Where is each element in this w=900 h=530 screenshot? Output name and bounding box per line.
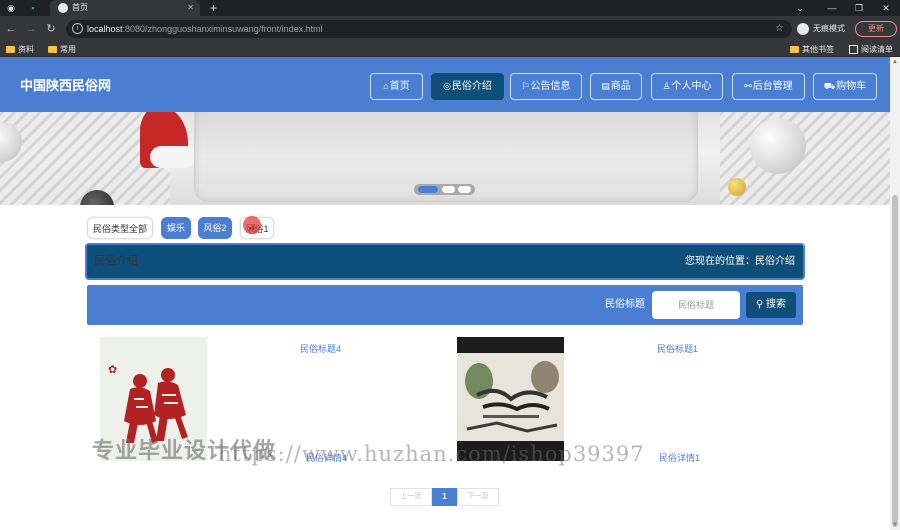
bookmark-label: 资料 <box>18 45 34 54</box>
tab-title: 首页 <box>72 3 88 12</box>
tab-search-icon[interactable]: ⌄ <box>790 0 810 16</box>
nav-user-center[interactable]: ♙个人中心 <box>651 73 723 100</box>
banner-carousel[interactable] <box>0 112 890 205</box>
carousel-dot-2[interactable] <box>442 186 455 193</box>
url-host: localhost <box>87 24 123 34</box>
nav-label: 后台管理 <box>752 81 793 92</box>
flag-icon: ⚐ <box>521 81 530 91</box>
watermark-url: https://www.huzhan.com/ishop39397 <box>218 442 645 466</box>
compass-icon: ◎ <box>443 81 451 91</box>
restore-icon[interactable]: ❐ <box>849 0 869 16</box>
address-bar[interactable]: i localhost:8080/zhongguoshanximinsuwang… <box>66 20 792 38</box>
pagination-page-1[interactable]: 1 <box>432 488 457 506</box>
globe-icon <box>58 3 68 13</box>
browser-toolbar: ← → ↻ i localhost:8080/zhongguoshanximin… <box>0 16 900 42</box>
banner-decoration <box>720 112 890 205</box>
incognito-icon <box>797 23 809 35</box>
filter-custom-2[interactable]: 风俗2 <box>198 217 232 239</box>
banner-santa-hat-trim <box>150 146 196 168</box>
nav-label: 商品 <box>610 81 631 92</box>
back-icon[interactable]: ← <box>4 22 18 36</box>
carousel-dot-3[interactable] <box>458 186 471 193</box>
card-title-1[interactable]: 民俗标题4 <box>300 342 341 355</box>
carousel-dot-1[interactable] <box>418 186 438 193</box>
close-icon[interactable]: ✕ <box>187 0 194 16</box>
search-label: 民俗标题 <box>605 299 645 310</box>
bookmark-folder-other[interactable]: 其他书签 <box>790 42 834 57</box>
nav-label: 首页 <box>389 81 410 92</box>
search-button-label: 搜索 <box>766 299 787 310</box>
banner-ornament <box>750 118 806 174</box>
cart-icon: ⛟ <box>823 81 836 91</box>
breadcrumb-title: 民俗介绍 <box>94 255 138 267</box>
browser-menu-icon[interactable]: ◉ <box>4 1 18 15</box>
carousel-indicators <box>414 184 475 195</box>
search-input[interactable] <box>652 291 740 319</box>
nav-cart[interactable]: ⛟购物车 <box>813 73 877 100</box>
minimize-icon[interactable]: — <box>822 0 842 16</box>
browser-tab-strip: ◉ ▪ 首页 ✕ + ⌄ — ❐ ✕ <box>0 0 900 16</box>
bookmark-label: 其他书签 <box>802 45 834 54</box>
breadcrumb-location: 您现在的位置：民俗介绍 <box>685 245 795 278</box>
folder-icon <box>48 46 57 53</box>
papercut-decor-glyph: ✿ <box>108 363 117 376</box>
nav-label: 民俗介绍 <box>451 81 492 92</box>
breadcrumb-location-label: 您现在的位置： <box>685 256 755 267</box>
banner-gold-bauble <box>728 178 746 196</box>
incognito-label: 无痕模式 <box>813 24 845 33</box>
scroll-down-icon[interactable]: ▼ <box>890 520 900 530</box>
site-title[interactable]: 中国陕西民俗网 <box>20 57 111 115</box>
url-path: :8080/zhongguoshanximinsuwang/front/inde… <box>122 24 323 34</box>
info-icon[interactable]: i <box>72 23 83 34</box>
search-icon: ⚲ <box>755 299 764 310</box>
user-icon: ♙ <box>662 81 671 91</box>
filter-entertainment[interactable]: 娱乐 <box>161 217 191 239</box>
bookmark-star-icon[interactable]: ☆ <box>775 20 784 38</box>
store-icon: ▤ <box>601 81 610 91</box>
home-icon: ⌂ <box>383 81 389 91</box>
reading-list-label: 阅读清单 <box>861 45 893 54</box>
nav-home[interactable]: ⌂首页 <box>370 73 423 100</box>
site-header: 中国陕西民俗网 ⌂首页 ◎民俗介绍 ⚐公告信息 ▤商品 ♙个人中心 ⚯后台管理 … <box>0 57 890 112</box>
hand-cursor-icon: ☝ <box>248 221 257 237</box>
new-tab-icon[interactable]: + <box>210 0 217 16</box>
pagination-prev[interactable]: 上一页 <box>390 488 432 506</box>
nav-label: 购物车 <box>836 81 867 92</box>
pagination-next[interactable]: 下一页 <box>457 488 499 506</box>
nav-folk-intro[interactable]: ◎民俗介绍 <box>431 73 504 100</box>
address-url: localhost:8080/zhongguoshanximinsuwang/f… <box>87 20 323 38</box>
pinned-tab-icon[interactable]: ▪ <box>26 1 40 15</box>
nav-admin[interactable]: ⚯后台管理 <box>732 73 805 100</box>
reading-list[interactable]: 阅读清单 <box>849 42 893 57</box>
scrollbar-thumb[interactable] <box>892 195 898 527</box>
reload-icon[interactable]: ↻ <box>44 22 58 36</box>
link-icon: ⚯ <box>744 81 752 91</box>
scroll-up-icon[interactable]: ▲ <box>890 57 900 67</box>
update-button[interactable]: 更新 <box>855 21 897 37</box>
bookmark-folder-docs[interactable]: 资料 <box>6 42 34 57</box>
incognito-indicator[interactable]: 无痕模式 <box>797 22 845 36</box>
bookmark-label: 常用 <box>60 45 76 54</box>
forward-icon[interactable]: → <box>24 22 38 36</box>
folder-icon <box>6 46 15 53</box>
folder-icon <box>790 46 799 53</box>
breadcrumb-location-value[interactable]: 民俗介绍 <box>755 256 795 267</box>
filter-all[interactable]: 民俗类型全部 <box>87 217 153 239</box>
nav-announcements[interactable]: ⚐公告信息 <box>510 73 582 100</box>
nav-label: 公告信息 <box>530 81 571 92</box>
window-close-icon[interactable]: ✕ <box>876 0 896 16</box>
card-detail-2[interactable]: 民俗详情1 <box>659 451 700 464</box>
bookmark-folder-common[interactable]: 常用 <box>48 42 76 57</box>
breadcrumb: 民俗介绍 您现在的位置：民俗介绍 <box>87 245 803 278</box>
nav-products[interactable]: ▤商品 <box>590 73 642 100</box>
nav-label: 个人中心 <box>671 81 712 92</box>
search-bar: 民俗标题 ⚲ 搜索 <box>87 285 803 325</box>
search-button[interactable]: ⚲ 搜索 <box>746 292 796 318</box>
bookmarks-bar: 资料 常用 其他书签 阅读清单 <box>0 42 900 57</box>
page-scrollbar[interactable]: ▲ ▼ <box>890 57 900 530</box>
reading-list-icon <box>849 45 858 54</box>
card-title-2[interactable]: 民俗标题1 <box>657 342 698 355</box>
browser-tab-active[interactable]: 首页 ✕ <box>50 0 200 16</box>
